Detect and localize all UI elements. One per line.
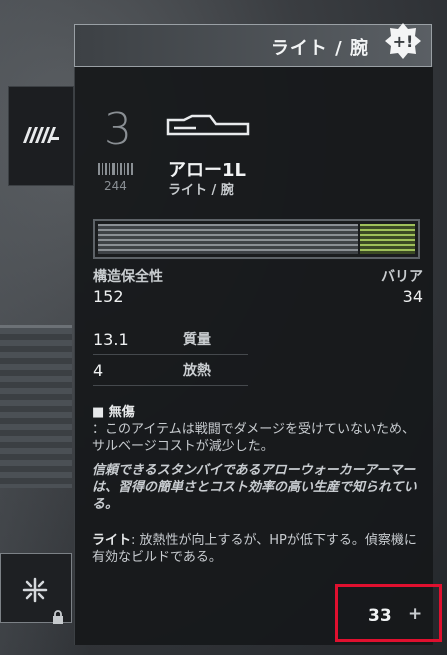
mass-label: 質量	[183, 332, 211, 348]
condition-title: ■ 無傷	[92, 405, 135, 420]
add-quantity-button[interactable]: +	[408, 604, 422, 624]
arm-part-icon	[166, 114, 250, 136]
barcode-icon	[98, 163, 133, 175]
flavor-text: 信頼できるスタンバイであるアローウォーカーアーマーは、習得の簡単さとコスト効率の…	[92, 463, 417, 512]
structure-label: 構造保全性	[93, 269, 163, 285]
lock-icon	[53, 610, 63, 624]
durability-bar	[93, 219, 420, 259]
armor-parts-icon	[23, 127, 59, 143]
class-text: : 放熱性が向上するが、HPが低下する。偵察機に有効なビルドである。	[92, 533, 417, 565]
condition-text: ：このアイテムは戦闘でダメージを受けていないため、サルベージコストが減少した。	[92, 422, 416, 454]
mass-value: 13.1	[93, 330, 129, 349]
stat-divider	[93, 385, 248, 386]
category-tab[interactable]	[8, 86, 74, 186]
snowflake-icon	[22, 577, 48, 603]
barrier-value: 34	[402, 287, 423, 306]
plus-badge-icon[interactable]: +!	[384, 22, 422, 60]
item-header: ライト / 腕	[74, 24, 432, 67]
background-machine	[0, 325, 72, 488]
heat-label: 放熱	[183, 363, 211, 379]
barrier-label: バリア	[381, 269, 423, 285]
item-tier: 3	[104, 104, 132, 155]
barrier-fill	[360, 224, 415, 254]
serial-number: 244	[104, 179, 127, 193]
heat-value: 4	[93, 361, 104, 380]
structure-value: 152	[93, 287, 124, 306]
item-class: ライト / 腕	[168, 183, 234, 198]
class-description: ライト: 放熱性が向上するが、HPが低下する。偵察機に有効なビルドである。	[92, 532, 422, 566]
class-lead: ライト	[92, 533, 132, 548]
condition-block: ■ 無傷 ：このアイテムは戦闘でダメージを受けていないため、サルベージコストが減…	[92, 404, 422, 455]
durability-fill	[98, 224, 358, 254]
quantity-value: 33	[368, 606, 392, 626]
stat-divider	[93, 354, 248, 355]
svg-text:+!: +!	[393, 32, 414, 51]
header-title: ライト / 腕	[270, 38, 369, 59]
